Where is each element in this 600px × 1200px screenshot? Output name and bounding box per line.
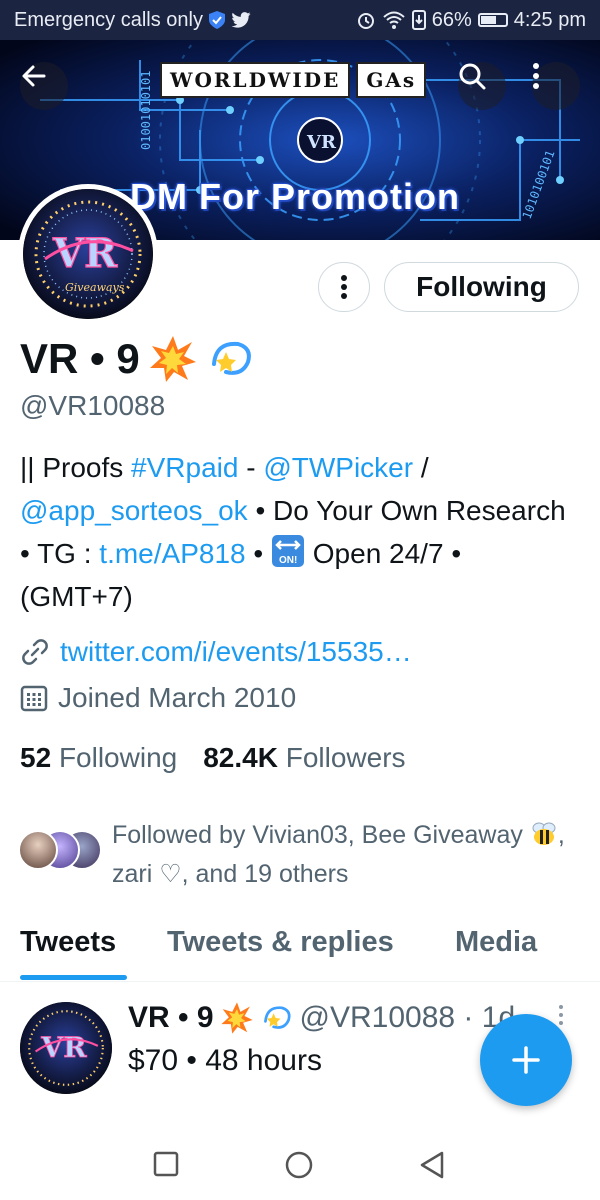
link-icon [22,639,48,665]
followed-by-text[interactable]: Followed by Vivian03, Bee Giveaway , zar… [112,816,582,894]
compose-tweet-button[interactable] [480,1014,572,1106]
alarm-icon [357,13,374,29]
bio-text-2: - [238,452,264,483]
tweet-author-name[interactable]: VR • 9 [128,1001,214,1035]
back-arrow-icon [22,65,46,87]
profile-tabs: Tweets Tweets & replies Media [0,918,600,982]
collision-emoji-icon [149,336,196,382]
avatar [18,830,58,870]
svg-text:VR: VR [306,132,337,153]
banner-promo-text: DM For Promotion [130,176,460,217]
bio-mention-twpicker[interactable]: @TWPicker [263,452,413,483]
on-badge-text: ON! [279,555,297,566]
profile-url-link[interactable]: twitter.com/i/events/15535… [60,636,412,668]
followers-stat[interactable]: 82.4K Followers [203,742,405,774]
followed-by-part1: Followed by Vivian03, Bee Giveaway [112,821,523,849]
svg-text:Giveaways: Giveaways [65,281,125,294]
bio-text-5: • [245,538,271,569]
mutual-followers-avatars[interactable] [18,830,108,872]
following-stat[interactable]: 52 Following [20,742,177,774]
back-nav-icon[interactable] [418,1150,446,1180]
data-saver-icon [411,10,426,30]
bio-telegram-link[interactable]: t.me/AP818 [99,538,245,569]
battery-icon [477,13,508,27]
banner-title: WORLDWIDE GAs [160,62,427,98]
tweet-author-handle: @VR10088 · 1d [299,1001,516,1034]
home-icon[interactable] [284,1150,314,1180]
search-button[interactable] [458,62,506,110]
follow-stats: 52 Following 82.4K Followers [20,742,406,774]
status-bar: Emergency calls only 66% 4:25 pm [0,0,600,40]
battery-percent: 66% [431,8,472,31]
bee-emoji-icon [532,822,556,845]
system-navigation-bar [0,1130,600,1200]
calendar-icon [20,685,48,712]
tab-tweets[interactable]: Tweets [20,926,116,959]
followers-count: 82.4K [203,742,278,773]
display-name: VR • 9 [20,334,256,384]
more-vertical-icon [341,275,347,299]
banner-title-word1: WORLDWIDE [160,62,351,98]
recent-apps-icon[interactable] [152,1150,180,1178]
banner-title-word2: GAs [356,62,427,98]
back-button[interactable] [20,62,68,110]
svg-text:VR: VR [52,230,118,277]
tweet-author-avatar[interactable]: VR [20,1002,112,1094]
search-icon [459,63,486,90]
svg-text:01001010101: 01001010101 [139,71,153,150]
avatar-image: VR [20,1002,112,1094]
avatar-image: VR Giveaways [23,189,153,319]
bio-text-1: || Proofs [20,452,132,483]
plus-icon [512,1046,540,1074]
dizzy-emoji-icon [263,1006,291,1029]
following-button[interactable]: Following [384,262,579,312]
svg-text:VR: VR [40,1030,87,1064]
joined-date-row: Joined March 2010 [20,682,296,714]
twitter-bird-icon [231,12,251,28]
profile-handle: @VR10088 [20,390,166,421]
bio-text-3: / [413,452,429,483]
joined-date: Joined March 2010 [58,682,297,713]
following-label: Following [58,742,178,773]
followers-label: Followers [285,742,406,773]
profile-url-row: twitter.com/i/events/15535… [20,636,412,668]
profile-more-button[interactable] [318,262,370,312]
shield-icon [208,11,225,29]
on-arrow-emoji-icon: ON! [271,535,304,567]
bio-mention-app-sorteos[interactable]: @app_sorteos_ok [20,495,248,526]
following-count: 52 [20,742,52,773]
tab-tweets-and-replies[interactable]: Tweets & replies [167,926,394,959]
tab-media[interactable]: Media [455,926,537,959]
tweet-text: $70 • 48 hours [128,1044,322,1077]
dizzy-emoji-icon [211,341,251,375]
profile-avatar[interactable]: VR Giveaways [18,184,158,324]
bio-hashtag-link[interactable]: #VRpaid [131,452,238,483]
more-vertical-icon [559,1005,563,1025]
wifi-icon [383,11,405,29]
display-name-text: VR • 9 [20,335,140,382]
active-tab-indicator [20,975,127,980]
more-options-button[interactable] [532,62,580,110]
more-vertical-icon [533,63,539,89]
profile-bio: || Proofs #VRpaid - @TWPicker / @app_sor… [20,446,580,618]
clock: 4:25 pm [513,8,586,31]
collision-emoji-icon [220,1002,253,1034]
carrier-text: Emergency calls only [14,8,203,31]
